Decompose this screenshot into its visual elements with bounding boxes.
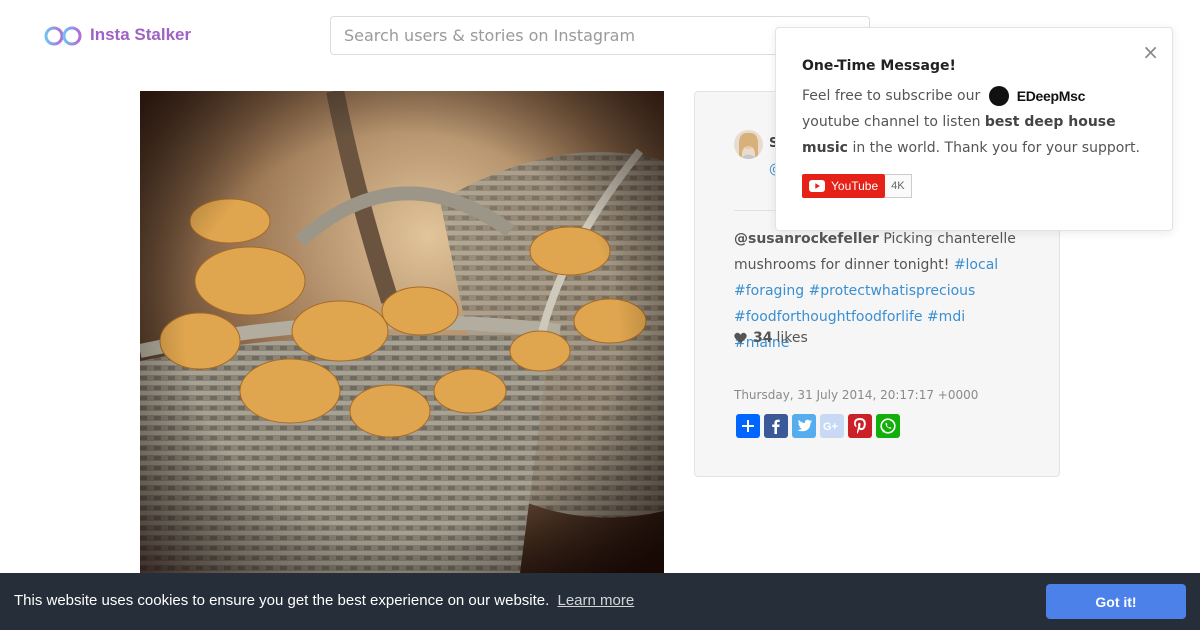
logo-text: Insta Stalker	[90, 25, 192, 44]
learn-more-link[interactable]: Learn more	[557, 592, 634, 609]
cookie-consent-bar: This website uses cookies to ensure you …	[0, 573, 1200, 630]
twitter-icon	[797, 419, 812, 432]
hashtag-link[interactable]: #protectwhatisprecious	[809, 283, 976, 299]
subscriber-count: 4K	[885, 174, 912, 198]
cookie-message: This website uses cookies to ensure you …	[14, 592, 634, 609]
channel-logo-icon	[988, 86, 1009, 106]
popup-text: Feel free to subscribe our	[802, 88, 981, 104]
likes-count: 34	[753, 330, 773, 346]
likes-label: likes	[776, 330, 808, 346]
youtube-subscribe-button[interactable]: YouTube	[802, 174, 886, 198]
popup-text: in the world. Thank you for your support…	[852, 140, 1140, 156]
hashtag-link[interactable]: #foraging	[734, 283, 804, 299]
cookie-text: This website uses cookies to ensure you …	[14, 592, 550, 609]
youtube-play-icon	[809, 180, 825, 192]
accept-cookies-button[interactable]: Got it!	[1046, 584, 1186, 619]
share-icon	[742, 420, 754, 432]
post-photo	[140, 91, 664, 573]
channel-name: EDeepMsc	[1016, 88, 1086, 104]
share-button[interactable]	[736, 414, 760, 438]
close-icon[interactable]: ×	[1142, 42, 1159, 62]
channel-badge[interactable]: EDeepMsc	[988, 83, 1091, 109]
pinterest-share-button[interactable]	[848, 414, 872, 438]
hashtag-link[interactable]: #mdi	[927, 309, 965, 325]
google-plus-icon: G+	[823, 421, 838, 432]
youtube-label: YouTube	[831, 179, 879, 193]
whatsapp-share-button[interactable]	[876, 414, 900, 438]
pinterest-icon	[854, 418, 866, 434]
share-buttons: G+	[736, 414, 904, 438]
facebook-share-button[interactable]	[764, 414, 788, 438]
svg-text:G+: G+	[823, 421, 838, 432]
one-time-message-popup: × One-Time Message! Feel free to subscri…	[775, 27, 1173, 231]
popup-text: youtube channel to listen	[802, 114, 981, 130]
facebook-icon	[772, 419, 780, 434]
post-date: Thursday, 31 July 2014, 20:17:17 +0000	[734, 388, 979, 402]
heart-icon	[734, 332, 747, 344]
whatsapp-icon	[880, 418, 896, 434]
profile-photo	[734, 130, 763, 159]
site-logo[interactable]: Insta Stalker	[44, 22, 191, 48]
caption-username[interactable]: @susanrockefeller	[734, 231, 879, 247]
likes-counter: 34 likes	[734, 330, 808, 346]
youtube-subscribe: YouTube 4K	[802, 174, 912, 198]
twitter-share-button[interactable]	[792, 414, 816, 438]
google-plus-share-button[interactable]: G+	[820, 414, 844, 438]
avatar[interactable]	[734, 130, 763, 159]
hashtag-link[interactable]: #local	[954, 257, 998, 273]
mushroom-basket-image	[140, 91, 664, 573]
popup-message: Feel free to subscribe our EDeepMsc yout…	[802, 83, 1152, 161]
infinity-logo-icon	[44, 26, 82, 46]
popup-title: One-Time Message!	[802, 58, 956, 74]
hashtag-link[interactable]: #foodforthoughtfoodforlife	[734, 309, 923, 325]
